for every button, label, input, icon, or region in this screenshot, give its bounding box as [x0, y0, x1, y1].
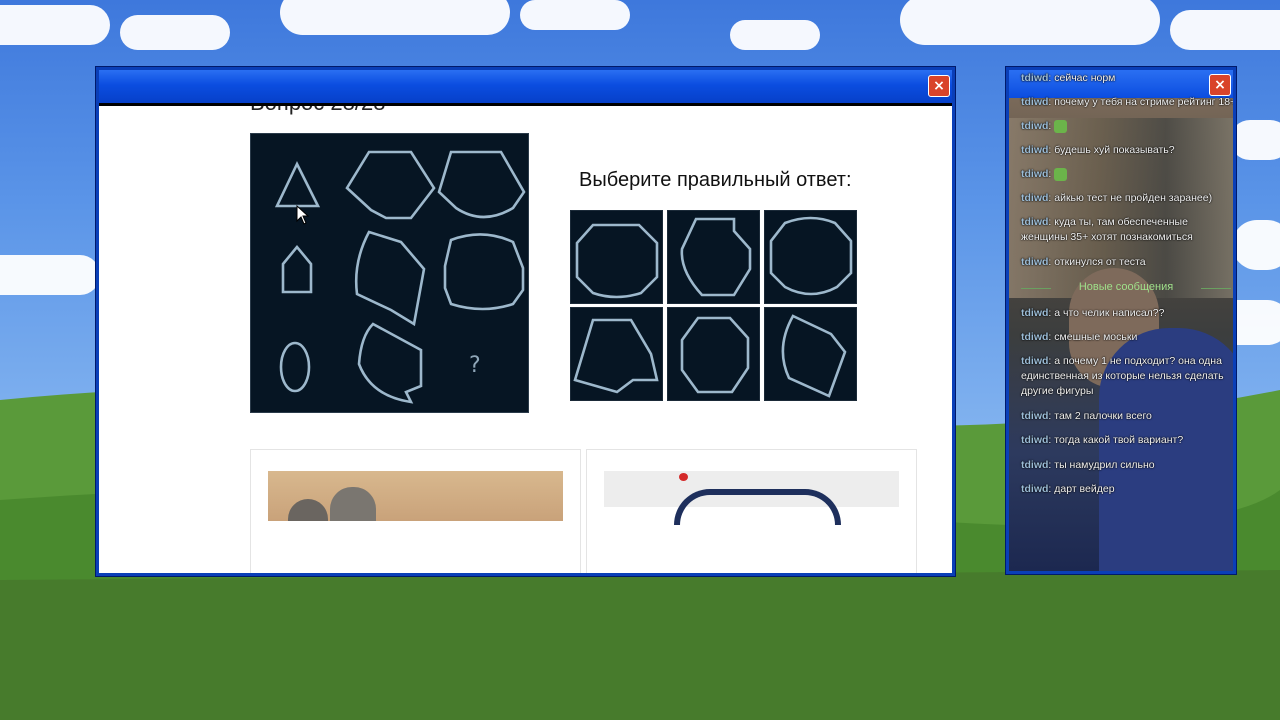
matrix-shapes: ? — [274, 150, 526, 404]
answer-option-6[interactable] — [764, 307, 857, 401]
shape-triangle — [274, 161, 321, 208]
emote-icon — [1054, 119, 1068, 133]
chat-text: : айкью тест не пройден заранее) — [1048, 192, 1213, 204]
cloud — [730, 20, 820, 50]
cloud — [0, 5, 110, 45]
answer-options — [570, 210, 857, 401]
thumbnail-card-1[interactable] — [250, 449, 581, 573]
chat-message: tdiwd: а что челик написал?? — [1021, 306, 1231, 321]
chat-username[interactable]: tdiwd — [1021, 120, 1048, 132]
answer-option-2[interactable] — [667, 210, 760, 304]
chat-text: : смешные моськи — [1048, 331, 1138, 343]
question-title: Вопрос 28/28 — [250, 106, 385, 116]
test-page: Вопрос 28/28 ? Выберите правильный ответ… — [99, 106, 952, 573]
cloud — [520, 0, 630, 30]
chat-username[interactable]: tdiwd — [1021, 256, 1048, 268]
chat-message: tdiwd: смешные моськи — [1021, 330, 1231, 345]
chat-username[interactable]: tdiwd — [1021, 410, 1048, 422]
cloud — [1232, 220, 1280, 270]
chat-username[interactable]: tdiwd — [1021, 434, 1048, 446]
title-bar[interactable]: × — [99, 70, 952, 106]
chat-text: : дарт вейдер — [1048, 483, 1115, 495]
cloud — [1170, 10, 1280, 50]
chat-message: tdiwd: почему у тебя на стриме рейтинг 1… — [1021, 95, 1233, 110]
chat-message: tdiwd: а почему 1 не подходит? она одна … — [1021, 354, 1231, 399]
stream-chat-window[interactable]: × tdiwd: сейчас норм tdiwd: почему у теб… — [1006, 67, 1236, 574]
cloud — [0, 255, 100, 295]
shape-irregular — [354, 230, 426, 327]
chat-message: tdiwd: дарт вейдер — [1021, 482, 1231, 497]
chat-message: tdiwd: ты намудрил сильно — [1021, 458, 1231, 473]
chat-username[interactable]: tdiwd — [1021, 72, 1048, 84]
chat-username[interactable]: tdiwd — [1021, 144, 1048, 156]
answer-shape — [680, 316, 750, 394]
thumbnail-card-2[interactable] — [586, 449, 917, 573]
chat-username[interactable]: tdiwd — [1021, 483, 1048, 495]
chat-text: : там 2 палочки всего — [1048, 410, 1152, 422]
chat-username[interactable]: tdiwd — [1021, 168, 1048, 180]
chat-text: : а что челик написал?? — [1048, 307, 1165, 319]
chat-text: : ты намудрил сильно — [1048, 459, 1155, 471]
chat-text: : будешь хуй показывать? — [1048, 144, 1175, 156]
answer-shape — [573, 318, 659, 394]
shape-hexagon — [345, 150, 436, 220]
answer-option-4[interactable] — [570, 307, 663, 401]
chat-text: : — [1048, 168, 1052, 180]
cloud — [120, 15, 230, 50]
chat-text: : а почему 1 не подходит? она одна единс… — [1021, 355, 1224, 397]
chat-username[interactable]: tdiwd — [1021, 307, 1048, 319]
answer-option-1[interactable] — [570, 210, 663, 304]
chat-message: tdiwd: — [1021, 167, 1231, 182]
chat-message: tdiwd: айкью тест не пройден заранее) — [1021, 191, 1231, 206]
chat-username[interactable]: tdiwd — [1021, 355, 1048, 367]
answer-shape — [575, 223, 659, 299]
chat-text: : тогда какой твой вариант? — [1048, 434, 1184, 446]
shape-curved — [357, 322, 423, 404]
answer-shape — [781, 314, 847, 398]
shape-pentagon — [281, 244, 313, 294]
chat-text: : откинулся от теста — [1048, 256, 1146, 268]
chat-username[interactable]: tdiwd — [1021, 331, 1048, 343]
chat-message: tdiwd: будешь хуй показывать? — [1021, 143, 1231, 158]
chat-username[interactable]: tdiwd — [1021, 459, 1048, 471]
chat-message: tdiwd: — [1021, 119, 1231, 134]
chat-username[interactable]: tdiwd — [1021, 192, 1048, 204]
answer-prompt: Выберите правильный ответ: — [579, 169, 852, 191]
sketch-image — [604, 471, 899, 525]
chat-message: tdiwd: тогда какой твой вариант? — [1021, 433, 1231, 448]
chat-text: : сейчас норм — [1048, 72, 1116, 84]
close-button[interactable]: × — [928, 75, 950, 97]
emote-icon — [1054, 167, 1068, 181]
chat-message: tdiwd: там 2 палочки всего — [1021, 409, 1231, 424]
chat-text: : почему у тебя на стриме рейтинг 18+ — [1048, 96, 1236, 108]
chat-message: tdiwd: сейчас норм — [1021, 71, 1231, 86]
answer-shape — [769, 216, 853, 296]
shape-ellipse — [279, 341, 311, 393]
chat-text: : — [1048, 120, 1052, 132]
answer-option-3[interactable] — [764, 210, 857, 304]
chat-username[interactable]: tdiwd — [1021, 216, 1048, 228]
shape-dome — [437, 150, 526, 219]
cloud — [900, 0, 1160, 45]
cloud — [280, 0, 510, 35]
answer-option-5[interactable] — [667, 307, 760, 401]
answer-shape — [680, 217, 752, 297]
chat-username[interactable]: tdiwd — [1021, 96, 1048, 108]
chat-message: tdiwd: откинулся от теста — [1021, 255, 1231, 270]
iq-test-window[interactable]: × Вопрос 28/28 ? Выберите правильный отв… — [96, 67, 955, 576]
cloud — [1230, 120, 1280, 160]
boots-image — [268, 471, 563, 521]
mouse-cursor-icon — [296, 205, 310, 225]
shape-rounded — [443, 233, 525, 311]
chat-message: tdiwd: куда ты, там обеспеченные женщины… — [1021, 215, 1231, 245]
puzzle-matrix: ? — [250, 133, 529, 413]
question-mark: ? — [469, 353, 481, 378]
new-messages-divider: Новые сообщения — [1021, 280, 1231, 295]
